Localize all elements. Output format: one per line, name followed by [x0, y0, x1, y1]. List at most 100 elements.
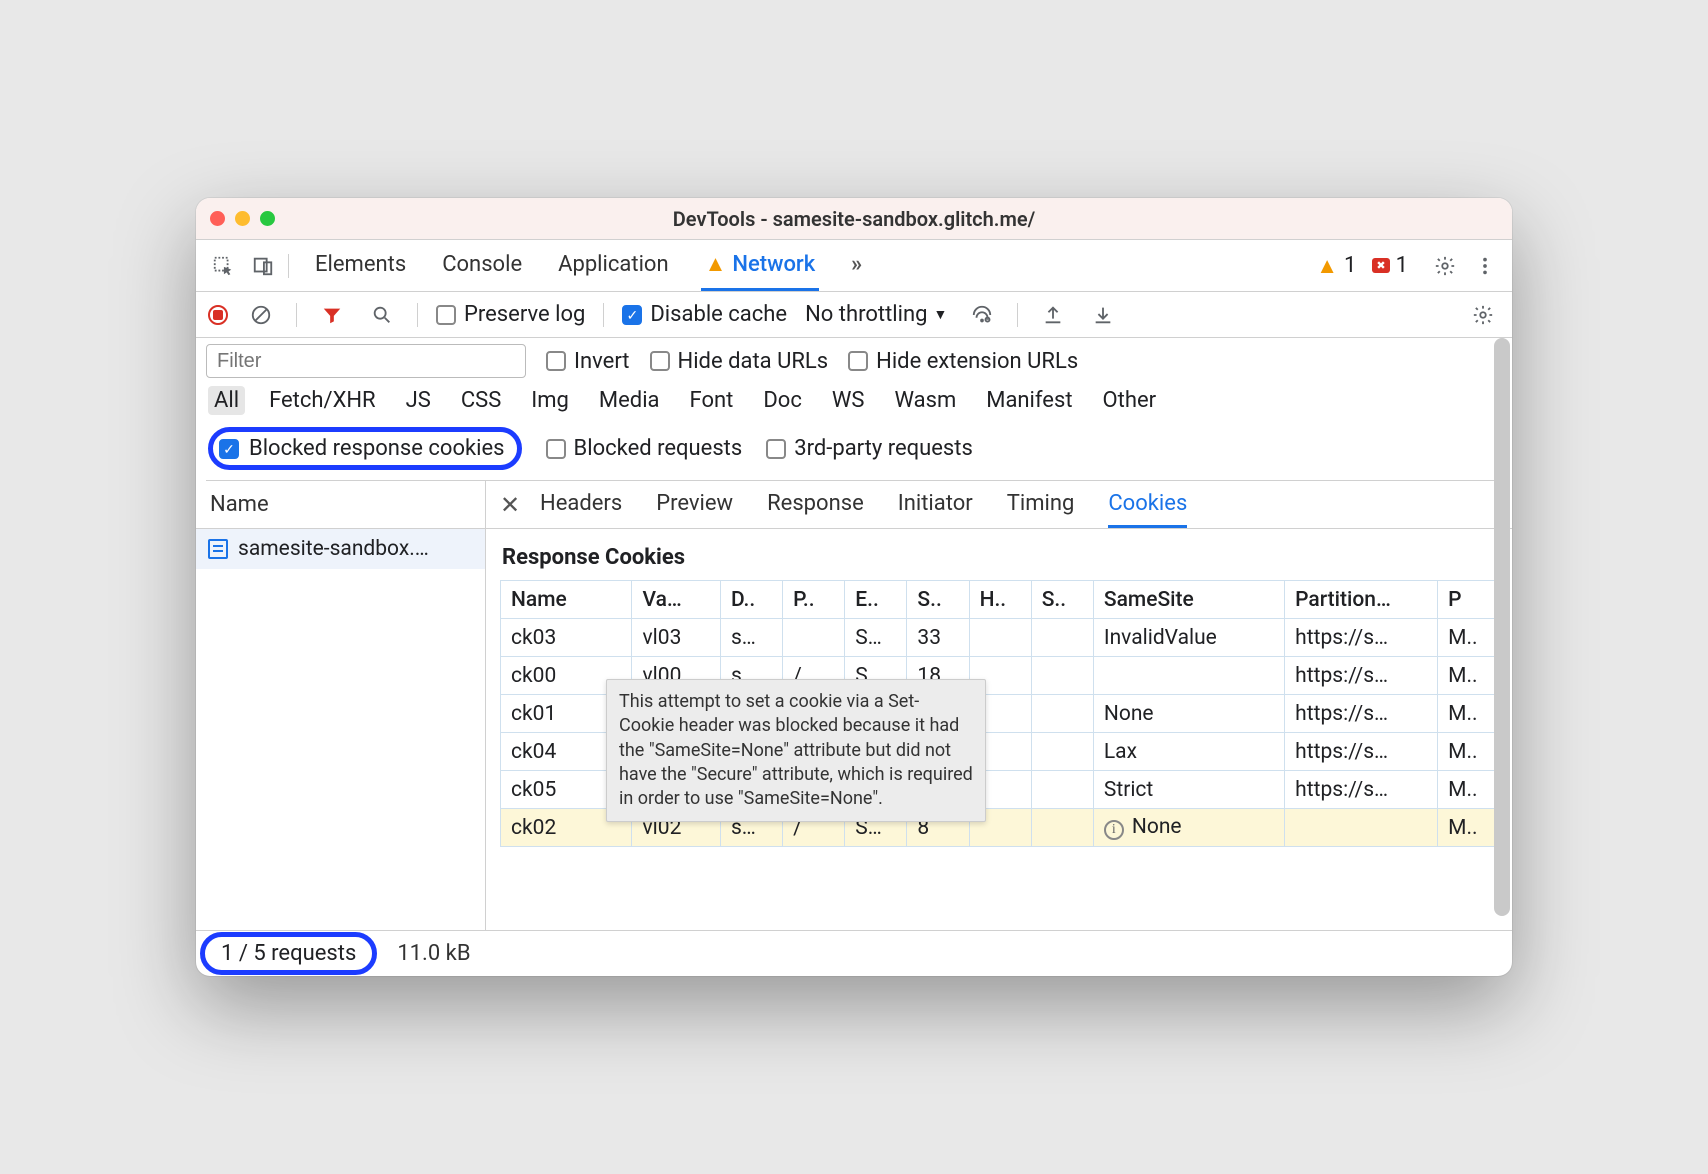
network-status-bar: 1 / 5 requests 11.0 kB	[196, 930, 1512, 976]
cookies-column-header[interactable]: H..	[969, 581, 1031, 619]
throttling-value: No throttling	[805, 302, 927, 327]
devtools-panel-tabs: Elements Console Application ▲ Network »…	[196, 240, 1512, 292]
checkbox[interactable]	[219, 439, 239, 459]
request-detail-header: Name ✕ Headers Preview Response Initiator Ti…	[196, 481, 1512, 529]
checkbox[interactable]	[436, 305, 456, 325]
checkbox-label: Disable cache	[650, 302, 787, 327]
cookie-row[interactable]: ck03vl03s…S…33InvalidValuehttps://s…M..	[501, 619, 1498, 657]
type-filter-fetch-xhr[interactable]: Fetch/XHR	[263, 386, 382, 415]
chevron-right-icon: »	[851, 252, 862, 277]
kebab-menu-icon[interactable]	[1468, 249, 1502, 283]
type-filter-media[interactable]: Media	[593, 386, 666, 415]
type-filter-img[interactable]: Img	[525, 386, 575, 415]
window-close-button[interactable]	[210, 211, 225, 226]
requests-column-header-name[interactable]: Name	[196, 481, 486, 528]
detail-tab-cookies[interactable]: Cookies	[1108, 481, 1187, 528]
divider	[1017, 303, 1018, 327]
checkbox[interactable]	[546, 439, 566, 459]
status-text: 1 / 5 requests	[221, 941, 356, 966]
window-titlebar: DevTools - samesite-sandbox.glitch.me/	[196, 198, 1512, 240]
export-har-icon[interactable]	[1036, 298, 1070, 332]
filter-funnel-icon[interactable]	[315, 298, 349, 332]
network-settings-gear-icon[interactable]	[1466, 298, 1500, 332]
window-zoom-button[interactable]	[260, 211, 275, 226]
type-filter-all[interactable]: All	[208, 386, 245, 415]
cookie-cell-samesite: InvalidValue	[1093, 619, 1284, 657]
type-filter-js[interactable]: JS	[400, 386, 437, 415]
cookie-cell-partition: https://s…	[1285, 695, 1438, 733]
detail-tab-timing[interactable]: Timing	[1007, 481, 1075, 528]
checkbox-label: 3rd-party requests	[794, 436, 973, 461]
cookies-column-header[interactable]: E..	[845, 581, 907, 619]
filter-input[interactable]	[206, 344, 526, 378]
issues-error-count[interactable]: 1	[1372, 253, 1408, 278]
third-party-checkbox[interactable]: 3rd-party requests	[766, 436, 973, 461]
tab-network[interactable]: ▲ Network	[701, 240, 820, 291]
window-minimize-button[interactable]	[235, 211, 250, 226]
more-tabs-button[interactable]: »	[847, 240, 866, 291]
detail-tab-preview[interactable]: Preview	[656, 481, 733, 528]
import-har-icon[interactable]	[1086, 298, 1120, 332]
inspect-element-icon[interactable]	[206, 249, 240, 283]
type-filter-ws[interactable]: WS	[826, 386, 871, 415]
type-filter-font[interactable]: Font	[684, 386, 740, 415]
checkbox-label: Blocked response cookies	[249, 436, 505, 461]
disable-cache-checkbox[interactable]: Disable cache	[622, 302, 787, 327]
cookies-column-header[interactable]: P	[1438, 581, 1498, 619]
tab-console[interactable]: Console	[438, 240, 526, 291]
divider	[603, 303, 604, 327]
checkbox[interactable]	[848, 351, 868, 371]
scrollbar[interactable]	[1494, 338, 1510, 916]
cookies-column-header[interactable]: SameSite	[1093, 581, 1284, 619]
cookie-cell-partition	[1285, 809, 1438, 847]
cookie-cell-samesite: iNone	[1093, 809, 1284, 847]
tab-label: Elements	[315, 252, 406, 277]
clear-button[interactable]	[244, 298, 278, 332]
tab-application[interactable]: Application	[554, 240, 672, 291]
search-icon[interactable]	[365, 298, 399, 332]
hide-extension-urls-checkbox[interactable]: Hide extension URLs	[848, 349, 1078, 374]
type-filter-manifest[interactable]: Manifest	[980, 386, 1078, 415]
type-filter-doc[interactable]: Doc	[757, 386, 808, 415]
cookies-column-header[interactable]: Va…	[632, 581, 720, 619]
cookie-cell-priority: M..	[1438, 733, 1498, 771]
warning-icon: ▲	[705, 251, 727, 277]
detail-tab-response[interactable]: Response	[767, 481, 864, 528]
hide-data-urls-checkbox[interactable]: Hide data URLs	[650, 349, 829, 374]
blocked-response-cookies-checkbox[interactable]: Blocked response cookies	[208, 427, 522, 470]
request-row[interactable]: samesite-sandbox.…	[196, 529, 485, 569]
close-details-button[interactable]: ✕	[486, 491, 534, 519]
checkbox[interactable]	[622, 305, 642, 325]
document-icon	[208, 539, 228, 559]
cookies-column-header[interactable]: S..	[907, 581, 969, 619]
network-conditions-icon[interactable]	[965, 298, 999, 332]
detail-tab-initiator[interactable]: Initiator	[898, 481, 973, 528]
checkbox[interactable]	[546, 351, 566, 371]
detail-tab-headers[interactable]: Headers	[540, 481, 622, 528]
throttling-select[interactable]: No throttling ▼	[803, 302, 949, 327]
type-filter-css[interactable]: CSS	[455, 386, 507, 415]
record-button[interactable]	[208, 305, 228, 325]
settings-gear-icon[interactable]	[1428, 249, 1462, 283]
cookies-column-header[interactable]: S..	[1031, 581, 1093, 619]
checkbox[interactable]	[650, 351, 670, 371]
request-name: samesite-sandbox.…	[238, 537, 429, 561]
requests-count: 1 / 5 requests	[200, 932, 377, 975]
network-filter-bar: Invert Hide data URLs Hide extension URL…	[196, 338, 1512, 481]
divider	[417, 303, 418, 327]
cookies-panel: Response Cookies NameVa…D..P..E..S..H..S…	[486, 529, 1512, 930]
checkbox[interactable]	[766, 439, 786, 459]
cookies-column-header[interactable]: Name	[501, 581, 632, 619]
blocked-requests-checkbox[interactable]: Blocked requests	[546, 436, 743, 461]
device-toolbar-icon[interactable]	[246, 249, 280, 283]
type-filter-wasm[interactable]: Wasm	[888, 386, 962, 415]
info-icon[interactable]: i	[1104, 820, 1124, 840]
tab-elements[interactable]: Elements	[311, 240, 410, 291]
type-filter-other[interactable]: Other	[1097, 386, 1163, 415]
cookies-column-header[interactable]: Partition…	[1285, 581, 1438, 619]
preserve-log-checkbox[interactable]: Preserve log	[436, 302, 585, 327]
issues-warning-count[interactable]: ▲ 1	[1316, 253, 1356, 279]
invert-checkbox[interactable]: Invert	[546, 349, 630, 374]
cookies-column-header[interactable]: D..	[720, 581, 782, 619]
cookies-column-header[interactable]: P..	[783, 581, 845, 619]
